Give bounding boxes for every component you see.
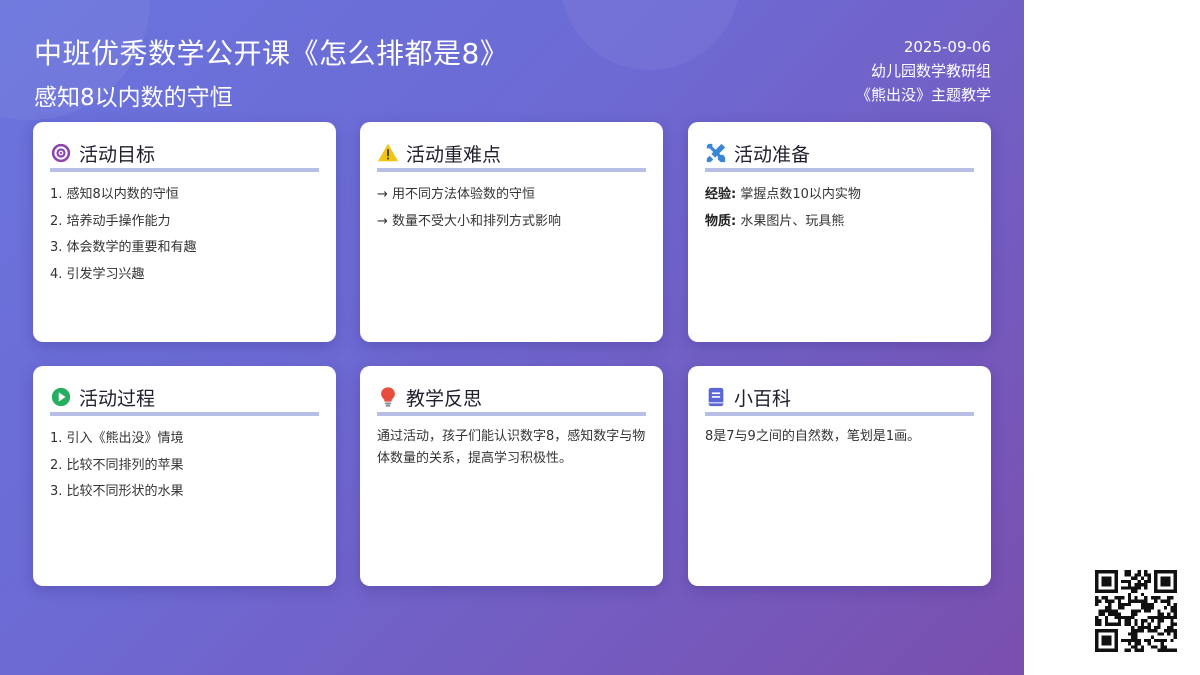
theme-label: 《熊出没》主题教学	[855, 86, 991, 104]
card-body: 1. 感知8以内数的守恒 2. 培养动手操作能力 3. 体会数学的重要和有趣 4…	[50, 182, 319, 288]
item-label: 物质:	[705, 213, 737, 229]
card-body: 8是7与9之间的自然数，笔划是1画。	[705, 426, 974, 448]
qr-code-icon	[1095, 570, 1177, 652]
card-body: → 用不同方法体验数的守恒 → 数量不受大小和排列方式影响	[377, 182, 646, 235]
list-item: 3. 体会数学的重要和有趣	[50, 240, 197, 255]
paragraph: 通过活动，孩子们能认识数字8，感知数字与物体数量的关系，提高学习积极性。	[377, 429, 646, 466]
card-body: 经验: 掌握点数10以内实物 物质: 水果图片、玩具熊	[705, 182, 974, 235]
list-item: 经验: 掌握点数10以内实物	[705, 182, 974, 209]
card-header: 活动过程	[50, 382, 319, 416]
slide: 中班优秀数学公开课《怎么排都是8》 感知8以内数的守恒 2025-09-06 幼…	[0, 0, 1024, 675]
item-value: 水果图片、玩具熊	[740, 213, 845, 229]
list-item: 3. 比较不同形状的水果	[50, 484, 184, 499]
list-item: 1. 引入《熊出没》情境	[50, 431, 184, 446]
play-icon	[50, 386, 72, 408]
card-encyclopedia: 小百科 8是7与9之间的自然数，笔划是1画。	[688, 366, 991, 586]
card-teaching-reflection: 教学反思 通过活动，孩子们能认识数字8，感知数字与物体数量的关系，提高学习积极性…	[360, 366, 663, 586]
list-item: 2. 培养动手操作能力	[50, 213, 171, 229]
card-header: 小百科	[705, 382, 974, 416]
list-item: → 用不同方法体验数的守恒	[377, 187, 536, 202]
card-title: 活动过程	[79, 387, 156, 410]
card-title: 教学反思	[406, 387, 483, 410]
card-header: 活动准备	[705, 138, 974, 172]
item-label: 经验:	[705, 187, 737, 202]
list-item: 2. 比较不同排列的苹果	[50, 457, 184, 473]
card-title: 小百科	[734, 387, 792, 410]
card-title: 活动重难点	[406, 143, 502, 166]
tools-icon	[705, 142, 727, 164]
card-header: 教学反思	[377, 382, 646, 416]
card-body: 通过活动，孩子们能认识数字8，感知数字与物体数量的关系，提高学习积极性。	[377, 426, 646, 470]
item-value: 掌握点数10以内实物	[740, 187, 861, 202]
card-activity-process: 活动过程 1. 引入《熊出没》情境 2. 比较不同排列的苹果 3. 比较不同形状…	[33, 366, 336, 586]
warning-icon	[377, 142, 399, 164]
paragraph: 8是7与9之间的自然数，笔划是1画。	[705, 429, 921, 444]
decorative-circle	[560, 0, 740, 70]
list-item: 物质: 水果图片、玩具熊	[705, 209, 974, 236]
list-item: → 数量不受大小和排列方式影响	[377, 213, 562, 229]
card-header: 活动重难点	[377, 138, 646, 172]
date-label: 2025-09-06	[903, 38, 991, 56]
page-subtitle: 感知8以内数的守恒	[34, 85, 233, 111]
lightbulb-icon	[377, 386, 399, 408]
card-activity-goals: 活动目标 1. 感知8以内数的守恒 2. 培养动手操作能力 3. 体会数学的重要…	[33, 122, 336, 342]
card-title: 活动目标	[79, 143, 156, 166]
card-key-points: 活动重难点 → 用不同方法体验数的守恒 → 数量不受大小和排列方式影响	[360, 122, 663, 342]
list-item: 1. 感知8以内数的守恒	[50, 187, 179, 202]
card-title: 活动准备	[734, 143, 811, 166]
book-icon	[705, 386, 727, 408]
card-preparation: 活动准备 经验: 掌握点数10以内实物 物质: 水果图片、玩具熊	[688, 122, 991, 342]
page-title: 中班优秀数学公开课《怎么排都是8》	[34, 37, 509, 70]
list-item: 4. 引发学习兴趣	[50, 266, 145, 282]
header-meta: 2025-09-06 幼儿园数学教研组 《熊出没》主题教学	[856, 35, 991, 107]
card-header: 活动目标	[50, 138, 319, 172]
target-icon	[50, 142, 72, 164]
card-body: 1. 引入《熊出没》情境 2. 比较不同排列的苹果 3. 比较不同形状的水果	[50, 426, 319, 506]
organization-label: 幼儿园数学教研组	[870, 62, 991, 80]
